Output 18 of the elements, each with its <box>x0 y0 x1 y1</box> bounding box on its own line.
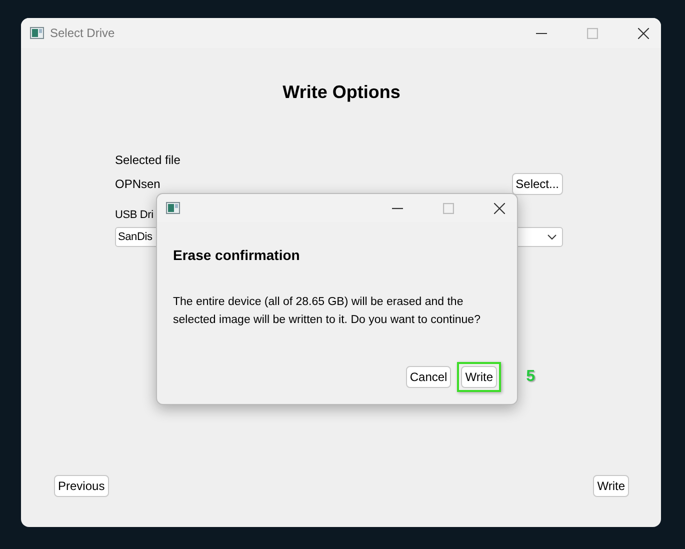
step-number: 5 <box>526 368 535 386</box>
window-title: Select Drive <box>50 26 115 40</box>
file-name: OPNsen <box>115 177 160 191</box>
close-icon[interactable] <box>494 202 505 214</box>
dialog-message: The entire device (all of 28.65 GB) will be erased and the selected image will be written to it. Do you want to continue? <box>173 295 482 328</box>
chevron-down-icon <box>547 234 557 240</box>
app-icon <box>30 27 44 39</box>
dialog-heading: Erase confirmation <box>173 247 301 263</box>
close-icon[interactable] <box>638 28 649 38</box>
file-label: Selected file <box>115 153 182 167</box>
cancel-button[interactable]: Cancel <box>406 366 452 388</box>
write-button[interactable]: Write <box>593 475 629 497</box>
select-button[interactable]: Select... <box>512 173 563 195</box>
drive-label: USB Dri <box>115 209 154 221</box>
confirm-button[interactable]: Write <box>461 366 497 388</box>
app-icon <box>166 202 180 214</box>
page-heading: Write Options <box>282 82 402 103</box>
previous-button[interactable]: Previous <box>54 475 109 497</box>
